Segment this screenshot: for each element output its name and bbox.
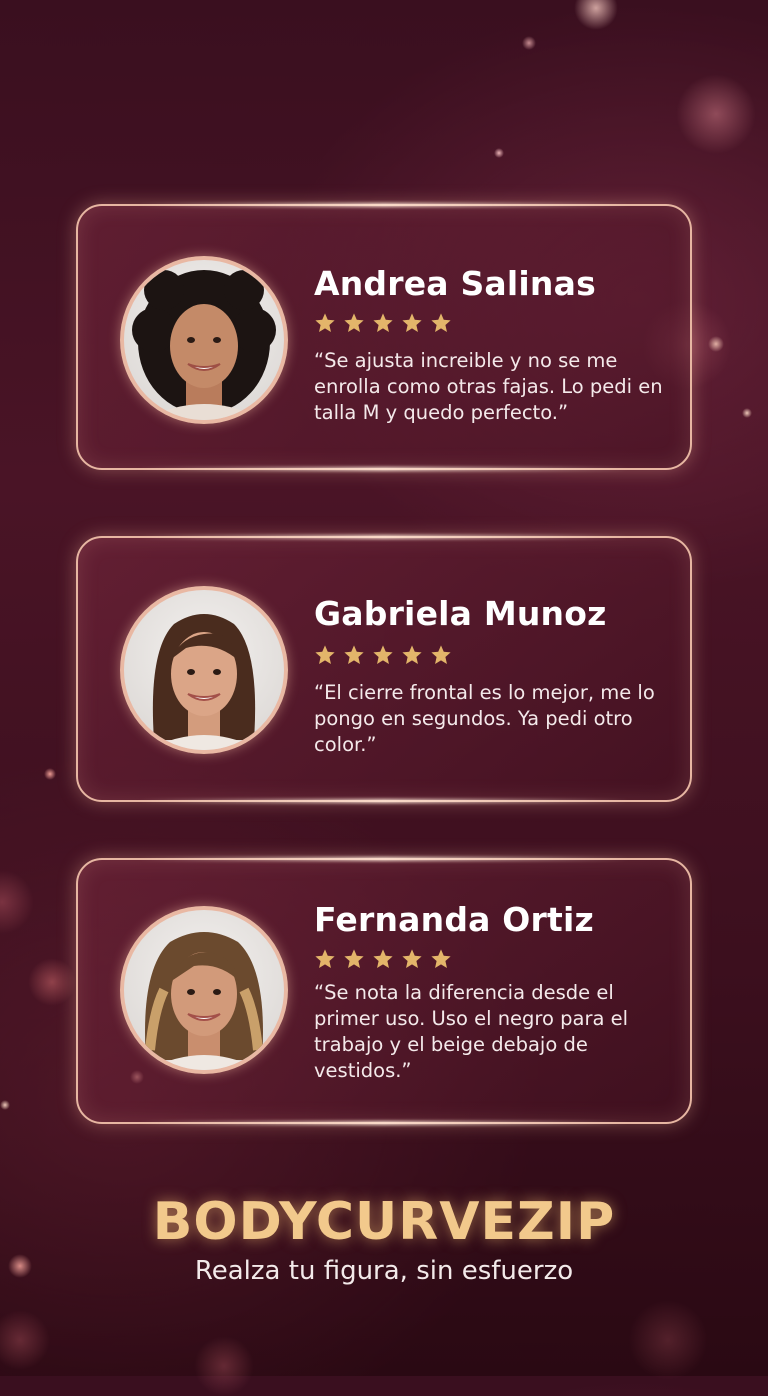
star-icon <box>402 313 422 332</box>
reviewer-avatar <box>120 906 288 1074</box>
star-icon <box>315 645 335 664</box>
star-rating <box>314 312 452 334</box>
reviewer-name: Gabriela Munoz <box>314 594 607 633</box>
card-bottom-glow <box>138 467 630 471</box>
brand-tagline: Realza tu figura, sin esfuerzo <box>194 1256 574 1286</box>
star-icon <box>402 949 422 968</box>
reviewer-photo-icon <box>132 270 276 420</box>
star-icon <box>315 949 335 968</box>
review-card: Gabriela Munoz “El cierre frontal es lo … <box>76 535 692 803</box>
brand-name: BODYCURVEZIP <box>152 1192 616 1252</box>
card-bottom-glow <box>138 1121 630 1125</box>
star-icon <box>431 313 451 332</box>
star-icon <box>431 949 451 968</box>
review-card: Andrea Salinas “Se ajusta increible y no… <box>76 203 692 471</box>
star-icon <box>344 313 364 332</box>
reviewer-avatar <box>120 256 288 424</box>
reviewer-photo-icon <box>148 614 260 750</box>
star-icon <box>344 645 364 664</box>
review-quote: “Se nota la diferencia desde el primer u… <box>314 981 629 1082</box>
card-top-glow <box>138 857 630 861</box>
star-icon <box>373 949 393 968</box>
card-top-glow <box>138 535 630 539</box>
star-rating <box>314 644 452 666</box>
star-icon <box>431 645 451 664</box>
star-icon <box>373 313 393 332</box>
card-top-glow <box>138 203 630 207</box>
card-bottom-glow <box>138 799 630 803</box>
star-icon <box>402 645 422 664</box>
review-card: Fernanda Ortiz “Se nota la diferencia de… <box>76 857 692 1125</box>
review-quote: “El cierre frontal es lo mejor, me lo po… <box>314 681 655 756</box>
star-icon <box>315 313 335 332</box>
star-icon <box>344 949 364 968</box>
reviewer-photo-icon <box>145 932 263 1070</box>
star-icon <box>373 645 393 664</box>
reviewer-name: Fernanda Ortiz <box>314 900 594 939</box>
reviewer-avatar <box>120 586 288 754</box>
star-rating <box>314 948 452 970</box>
reviewer-name: Andrea Salinas <box>314 264 596 303</box>
review-quote: “Se ajusta increible y no se me enrolla … <box>314 349 663 424</box>
